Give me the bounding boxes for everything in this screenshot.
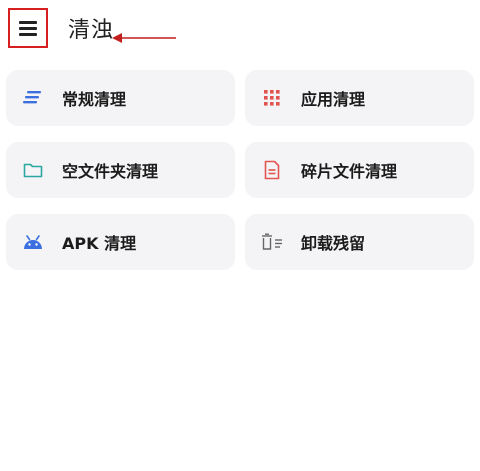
- card-label: 空文件夹清理: [62, 162, 159, 181]
- android-icon: [22, 231, 44, 253]
- folder-icon: [22, 159, 44, 181]
- cleaning-options-grid: 常规清理 应用清理 空文件夹清理 碎片文件清理 APK 清理 卸载残留: [6, 70, 474, 270]
- document-icon: [261, 159, 283, 181]
- card-fragment-file-clean[interactable]: 碎片文件清理: [245, 142, 474, 198]
- card-label: 应用清理: [301, 90, 366, 109]
- hamburger-icon: [19, 21, 37, 36]
- page-title: 清浊: [68, 18, 115, 43]
- top-bar: 清浊: [0, 0, 480, 60]
- trash-list-icon: [261, 231, 283, 253]
- arrow-annotation: [112, 33, 176, 43]
- card-apk-clean[interactable]: APK 清理: [6, 214, 235, 270]
- card-app-clean[interactable]: 应用清理: [245, 70, 474, 126]
- card-label: APK 清理: [62, 234, 137, 253]
- card-label: 卸载残留: [301, 234, 366, 253]
- card-uninstall-residue[interactable]: 卸载残留: [245, 214, 474, 270]
- menu-button[interactable]: [8, 8, 48, 48]
- card-label: 常规清理: [62, 90, 127, 109]
- card-empty-folder-clean[interactable]: 空文件夹清理: [6, 142, 235, 198]
- lines-icon: [22, 87, 44, 109]
- card-label: 碎片文件清理: [301, 162, 398, 181]
- card-regular-clean[interactable]: 常规清理: [6, 70, 235, 126]
- grid-dots-icon: [261, 87, 283, 109]
